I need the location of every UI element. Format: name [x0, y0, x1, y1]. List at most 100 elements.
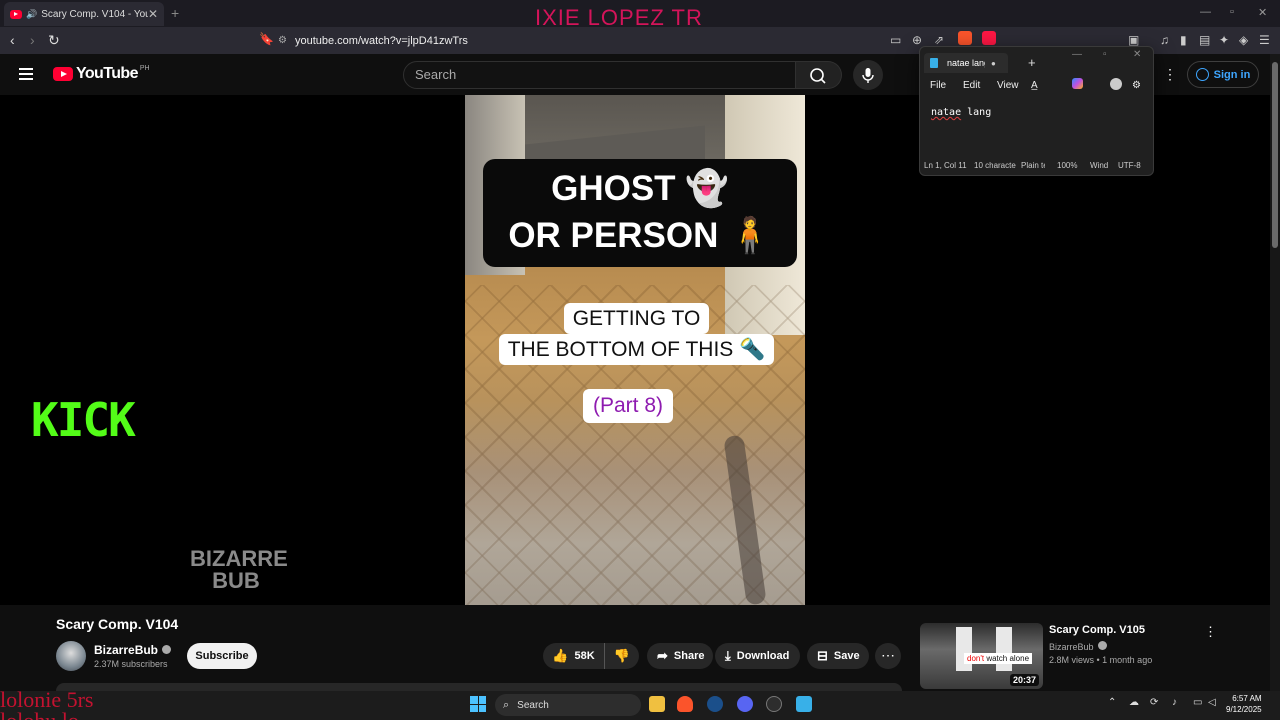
maximize-icon[interactable]: ▫ — [1230, 6, 1234, 18]
steam-icon[interactable] — [707, 696, 723, 712]
recommended-channel[interactable]: BizarreBub — [1049, 641, 1107, 652]
subscribe-button[interactable]: Subscribe — [187, 643, 257, 669]
menu-icon[interactable]: ☰ — [1259, 33, 1270, 47]
stream-overlay-bottom-2: lolohu lo — [0, 710, 79, 720]
volume-icon[interactable]: ◁ — [1208, 697, 1216, 708]
search-button[interactable] — [796, 61, 842, 89]
video-caption-part: (Part 8) — [583, 389, 674, 423]
search-icon — [810, 68, 826, 84]
notepad-close-icon[interactable]: ✕ — [1133, 49, 1141, 60]
recommended-title[interactable]: Scary Comp. V105 — [1049, 624, 1145, 636]
recommended-menu-icon[interactable]: ⋮ — [1204, 624, 1217, 640]
notepad-account-icon[interactable] — [1110, 78, 1122, 90]
copilot-icon[interactable] — [1072, 78, 1083, 89]
voice-search-button[interactable] — [853, 60, 883, 90]
mic-tray-icon[interactable]: ♪ — [1172, 697, 1177, 708]
notepad-text-area[interactable]: natae lang — [931, 107, 991, 118]
youtube-logo[interactable]: YouTube PH — [53, 65, 150, 83]
wallet-icon[interactable]: ▤ — [1199, 33, 1210, 47]
like-dislike-group: 👍 58K 👎 — [543, 643, 639, 669]
sync-icon[interactable]: ⟳ — [1150, 697, 1158, 708]
thumb-caption-red: don't — [967, 654, 985, 663]
vpn-icon[interactable]: ◈ — [1239, 33, 1248, 47]
channel-avatar[interactable] — [56, 641, 86, 671]
save-button[interactable]: ⊟ Save — [807, 643, 869, 669]
status-characters: 10 characte — [974, 161, 1016, 170]
browser-tab[interactable]: 🔊 Scary Comp. V104 - YouTube ✕ — [4, 2, 164, 26]
cast-icon[interactable]: ▭ — [890, 33, 901, 47]
tray-overflow-icon[interactable]: ⌃ — [1108, 697, 1116, 708]
menu-view[interactable]: View — [997, 80, 1019, 91]
scrollbar-thumb[interactable] — [1272, 62, 1278, 248]
close-tab-icon[interactable]: ✕ — [148, 7, 158, 21]
menu-edit[interactable]: Edit — [963, 80, 980, 91]
screenshot-icon[interactable]: ▣ — [1128, 33, 1139, 47]
video-frame[interactable]: GHOST 👻 OR PERSON 🧍 GETTING TO THE BOTTO… — [465, 95, 805, 605]
reload-icon[interactable]: ↻ — [48, 32, 60, 49]
url-field[interactable]: ⚙ youtube.com/watch?v=jlpD41zwTrs — [278, 30, 918, 51]
display-icon[interactable]: ▭ — [1193, 697, 1202, 708]
status-type: Plain te — [1021, 161, 1045, 170]
notepad-new-tab-button[interactable]: + — [1028, 55, 1036, 70]
search-input[interactable]: Search — [403, 61, 796, 89]
channel-name[interactable]: BizarreBub — [94, 643, 172, 657]
recommended-thumbnail[interactable]: don't watch alone 20:37 — [920, 623, 1043, 689]
like-button[interactable]: 👍 58K — [543, 643, 605, 669]
verified-icon — [1097, 641, 1107, 650]
share-button[interactable]: ➦ Share — [647, 643, 713, 669]
notepad-maximize-icon[interactable]: ▫ — [1103, 49, 1107, 60]
brave-browser-icon[interactable] — [677, 696, 693, 712]
share-page-icon[interactable]: ⇗ — [934, 33, 944, 47]
caption2-line-1: GETTING TO — [563, 303, 710, 334]
close-window-icon[interactable]: ✕ — [1258, 6, 1267, 19]
notepad-settings-icon[interactable]: ⚙ — [1132, 80, 1141, 91]
dislike-button[interactable]: 👎 — [605, 648, 639, 664]
sign-in-button[interactable]: Sign in — [1187, 61, 1259, 88]
watermark-line-2: BUB — [212, 568, 260, 593]
media-icon[interactable]: ♫ — [1160, 33, 1169, 47]
menu-file[interactable]: File — [930, 80, 946, 91]
settings-kebab-icon[interactable]: ⋮ — [1163, 66, 1177, 83]
zoom-icon[interactable]: ⊕ — [912, 33, 922, 47]
video-caption-getting: GETTING TO THE BOTTOM OF THIS 🔦 — [485, 303, 788, 365]
thumb-pillar-left — [956, 627, 972, 671]
new-tab-button[interactable]: + — [171, 5, 179, 21]
file-explorer-icon[interactable] — [649, 696, 665, 712]
leo-ai-icon[interactable]: ✦ — [1219, 33, 1229, 47]
download-button[interactable]: ⤓ Download — [715, 643, 800, 669]
youtube-wordmark: YouTube — [76, 65, 138, 82]
thumbs-down-icon: 👎 — [613, 648, 631, 663]
more-actions-button[interactable]: ⋯ — [875, 643, 901, 669]
description-box[interactable] — [56, 683, 902, 691]
guide-menu-icon[interactable] — [19, 68, 33, 80]
text-word: lang — [961, 107, 992, 118]
forward-icon[interactable]: › — [30, 32, 35, 48]
text-style-icon[interactable]: A̲ — [1031, 80, 1038, 91]
site-info-icon[interactable]: ⚙ — [278, 35, 287, 46]
onedrive-icon[interactable]: ☁ — [1129, 697, 1139, 708]
stream-overlay-text: IXIE LOPEZ TR — [535, 5, 703, 26]
channel-name-text: BizarreBub — [94, 643, 159, 657]
kick-logo: KICK — [31, 393, 136, 447]
save-label: Save — [833, 650, 860, 662]
notepad-minimize-icon[interactable]: — — [1072, 49, 1082, 60]
bookmark-icon[interactable]: 🔖 — [259, 32, 274, 46]
notepad-taskbar-icon[interactable] — [796, 696, 812, 712]
thumb-caption: don't watch alone — [964, 653, 1033, 664]
caption2-line-2: THE BOTTOM OF THIS 🔦 — [498, 334, 775, 365]
notepad-tab[interactable]: natae lang ● — [924, 53, 1008, 73]
sidebar-icon[interactable]: ▮ — [1180, 33, 1187, 47]
brave-shields-icon[interactable] — [958, 31, 972, 45]
taskbar-search[interactable]: ⌕ Search — [495, 694, 641, 716]
system-clock[interactable]: 6:57 AM 9/12/2025 — [1226, 693, 1262, 715]
start-button[interactable] — [470, 696, 486, 712]
video-caption-ghost: GHOST 👻 OR PERSON 🧍 — [483, 159, 797, 267]
discord-icon[interactable] — [737, 696, 753, 712]
brave-rewards-icon[interactable] — [982, 31, 996, 45]
notepad-window[interactable]: natae lang ● + — ▫ ✕ File Edit View A̲ ⚙… — [919, 46, 1154, 176]
minimize-icon[interactable]: — — [1200, 6, 1211, 18]
back-icon[interactable]: ‹ — [10, 32, 15, 48]
clock-date: 9/12/2025 — [1226, 705, 1262, 714]
obs-icon[interactable] — [766, 696, 782, 712]
audio-playing-icon[interactable]: 🔊 — [26, 9, 37, 20]
